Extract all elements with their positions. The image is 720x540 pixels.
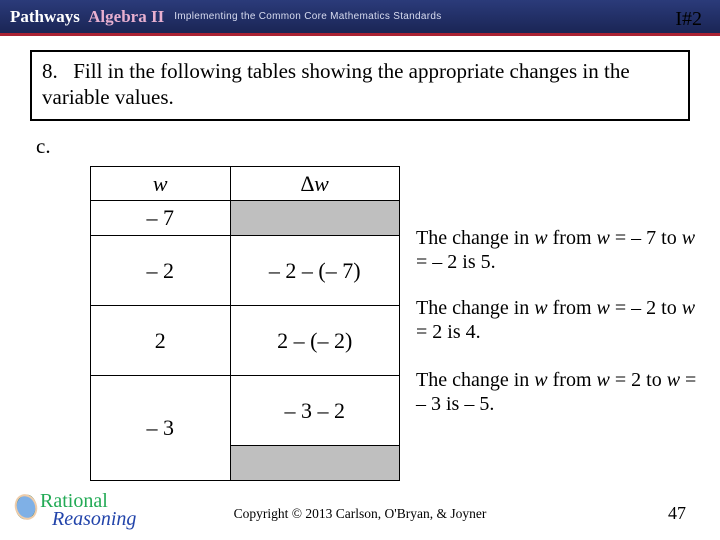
cell-w-2: 2 xyxy=(91,306,231,376)
explain-1: The change in w from w = – 7 to w = – 2 … xyxy=(416,226,710,274)
subpart-label: c. xyxy=(36,134,51,159)
cell-dw-gray-bottom xyxy=(230,446,399,481)
question-text: Fill in the following tables showing the… xyxy=(42,59,630,109)
cell-w-1: – 2 xyxy=(91,236,231,306)
col-header-dw: ∆w xyxy=(301,171,329,196)
page-id: I#2 xyxy=(675,8,702,31)
cell-dw-1: 2 – (– 2) xyxy=(230,306,399,376)
brand-pathways: Pathways xyxy=(10,7,80,26)
cell-dw-2: – 3 – 2 xyxy=(230,376,399,446)
cell-w-0: – 7 xyxy=(91,201,231,236)
brand-algebra: Algebra II xyxy=(88,7,164,26)
tagline: Implementing the Common Core Mathematics… xyxy=(174,11,441,22)
page-number: 47 xyxy=(668,503,686,524)
cell-dw-0: – 2 – (– 7) xyxy=(230,236,399,306)
copyright: Copyright © 2013 Carlson, O'Bryan, & Joy… xyxy=(0,506,720,522)
values-table: w ∆w – 7 – 2 – (– 7) – 2 2 – (– 2) 2 – 3… xyxy=(90,166,400,481)
brand: Pathways Algebra II xyxy=(10,7,164,27)
explain-2: The change in w from w = – 2 to w = 2 is… xyxy=(416,296,710,344)
cell-dw-gray-top xyxy=(230,201,399,236)
col-header-w: w xyxy=(91,167,231,201)
explain-3: The change in w from w = 2 to w = – 3 is… xyxy=(416,368,710,416)
question-box: 8. Fill in the following tables showing … xyxy=(30,50,690,121)
question-number: 8. xyxy=(42,58,68,84)
cell-w-3: – 3 xyxy=(91,376,231,481)
top-bar: Pathways Algebra II Implementing the Com… xyxy=(0,0,720,36)
